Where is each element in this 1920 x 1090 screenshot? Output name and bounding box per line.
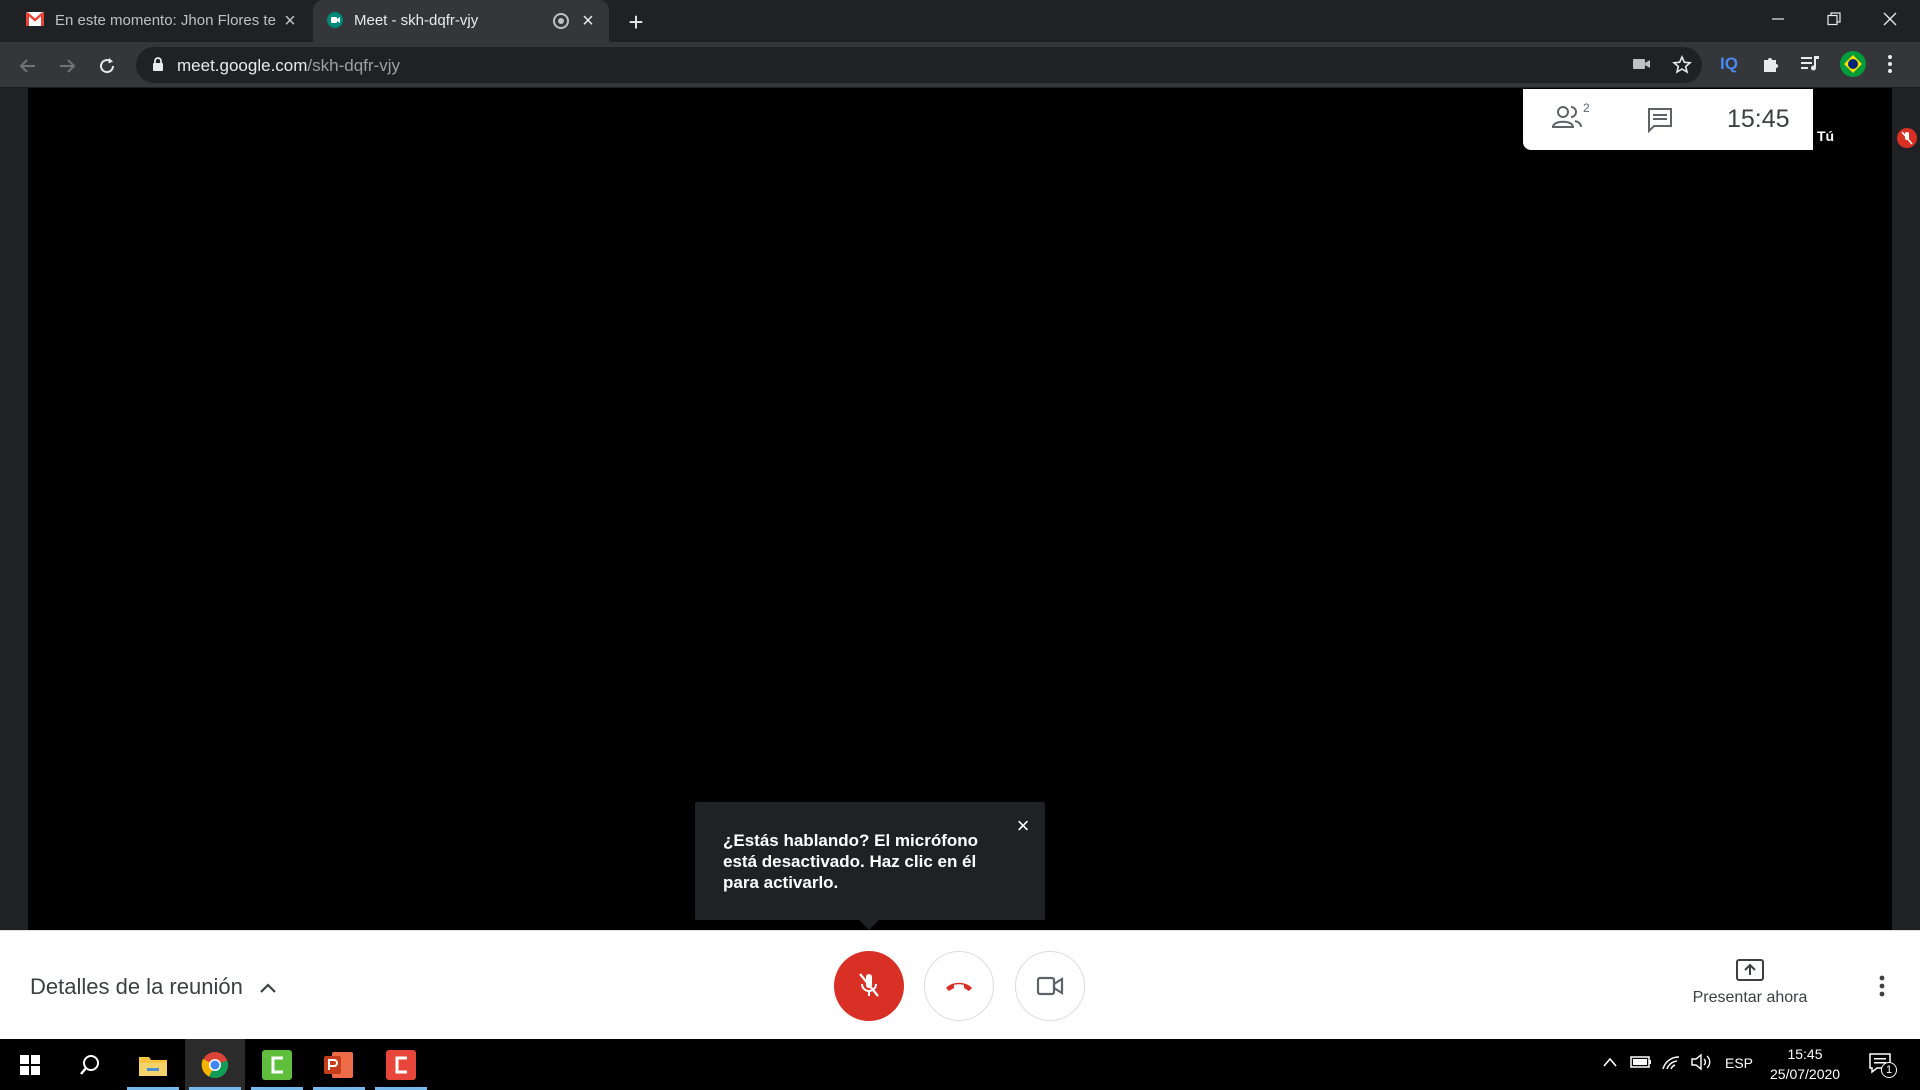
restore-icon[interactable] <box>1806 0 1862 38</box>
recording-icon <box>553 13 569 29</box>
mic-muted-tooltip: ¿Estás hablando? El micrófono está desac… <box>695 802 1045 920</box>
present-now-button[interactable]: Presentar ahora <box>1680 957 1820 1007</box>
iq-extension-icon[interactable]: IQ <box>1720 54 1738 74</box>
tray-chevron-up-icon[interactable] <box>1602 1055 1618 1073</box>
search-icon[interactable] <box>60 1039 120 1090</box>
meet-top-panel: 2 15:45 <box>1523 89 1813 150</box>
clock-date: 25/07/2020 <box>1770 1066 1841 1082</box>
participants-button[interactable]: 2 <box>1551 101 1591 135</box>
lock-icon <box>152 57 164 77</box>
tooltip-close-icon[interactable]: × <box>1011 813 1035 838</box>
more-options-icon[interactable] <box>1870 971 1894 1001</box>
browser-toolbar: meet.google.com/skh-dqfr-vjy IQ <box>0 42 1920 88</box>
windows-start-icon[interactable] <box>0 1039 60 1090</box>
close-window-icon[interactable] <box>1862 0 1918 38</box>
tooltip-arrow <box>859 920 879 930</box>
mic-off-icon <box>859 973 879 997</box>
present-screen-icon <box>1680 957 1820 987</box>
self-tile-label: Tú <box>1817 128 1835 144</box>
tab-meet[interactable]: Meet - skh-dqfr-vjy × <box>313 0 609 42</box>
address-bar[interactable]: meet.google.com/skh-dqfr-vjy <box>136 47 1702 83</box>
clock-time: 15:45 <box>1787 1046 1823 1062</box>
chevron-up-icon <box>259 974 277 1000</box>
meet-page: 2 15:45 Tú ¿Estás hablando? El micrófono… <box>0 88 1920 930</box>
notifications-icon[interactable]: 1 <box>1868 1052 1897 1079</box>
url-text: meet.google.com/skh-dqfr-vjy <box>177 56 400 75</box>
tab-title: En este momento: Jhon Flores te <box>55 12 276 29</box>
windows-taskbar: ESP 15:45 25/07/2020 1 <box>0 1039 1920 1090</box>
muted-mic-icon <box>1897 128 1917 148</box>
close-tab-icon[interactable]: × <box>280 10 300 32</box>
camtasia-green-icon[interactable] <box>247 1039 307 1090</box>
camtasia-recorder-icon[interactable] <box>371 1039 431 1090</box>
tooltip-text: ¿Estás hablando? El micrófono está desac… <box>723 831 979 892</box>
volume-icon[interactable] <box>1690 1053 1712 1076</box>
file-explorer-icon[interactable] <box>123 1039 183 1090</box>
present-now-label: Presentar ahora <box>1692 989 1808 1006</box>
camera-toggle-button[interactable] <box>1015 951 1085 1021</box>
camera-in-use-icon[interactable] <box>1633 57 1651 76</box>
microphone-toggle-button[interactable] <box>834 951 904 1021</box>
meet-control-bar: Detalles de la reunión Presentar ahora <box>0 930 1920 1039</box>
extensions-puzzle-icon[interactable] <box>1761 54 1781 79</box>
chrome-taskbar-icon[interactable] <box>185 1039 245 1090</box>
bookmark-star-icon[interactable] <box>1672 55 1692 80</box>
wifi-icon[interactable] <box>1661 1053 1681 1076</box>
video-camera-icon <box>1036 976 1064 996</box>
chrome-menu-icon[interactable] <box>1887 54 1893 79</box>
battery-icon[interactable] <box>1630 1055 1652 1074</box>
new-tab-plus-icon[interactable]: + <box>622 7 650 37</box>
system-clock[interactable]: 15:45 25/07/2020 <box>1770 1044 1840 1084</box>
meeting-clock: 15:45 <box>1727 105 1790 133</box>
meeting-details-button[interactable]: Detalles de la reunión <box>30 974 277 1000</box>
forward-arrow-icon[interactable] <box>51 50 83 82</box>
people-icon <box>1551 106 1582 128</box>
browser-tab-strip: En este momento: Jhon Flores te × Meet -… <box>0 0 1920 42</box>
powerpoint-icon[interactable] <box>309 1039 369 1090</box>
meeting-details-label: Detalles de la reunión <box>30 974 243 999</box>
participants-count: 2 <box>1583 101 1590 115</box>
minimize-icon[interactable] <box>1750 0 1806 38</box>
profile-avatar-icon[interactable] <box>1840 51 1866 77</box>
leave-call-button[interactable] <box>924 951 994 1021</box>
gmail-icon <box>26 12 44 30</box>
media-control-icon[interactable] <box>1801 55 1821 78</box>
chat-icon[interactable] <box>1647 107 1673 138</box>
notification-count: 1 <box>1881 1062 1897 1078</box>
close-tab-icon[interactable]: × <box>578 10 598 32</box>
reload-icon[interactable] <box>91 50 123 82</box>
hang-up-icon <box>946 982 972 991</box>
meet-icon <box>327 12 343 32</box>
input-language[interactable]: ESP <box>1725 1055 1753 1071</box>
tab-gmail[interactable]: En este momento: Jhon Flores te × <box>14 0 310 42</box>
tab-title: Meet - skh-dqfr-vjy <box>354 12 479 29</box>
back-arrow-icon[interactable] <box>12 50 44 82</box>
